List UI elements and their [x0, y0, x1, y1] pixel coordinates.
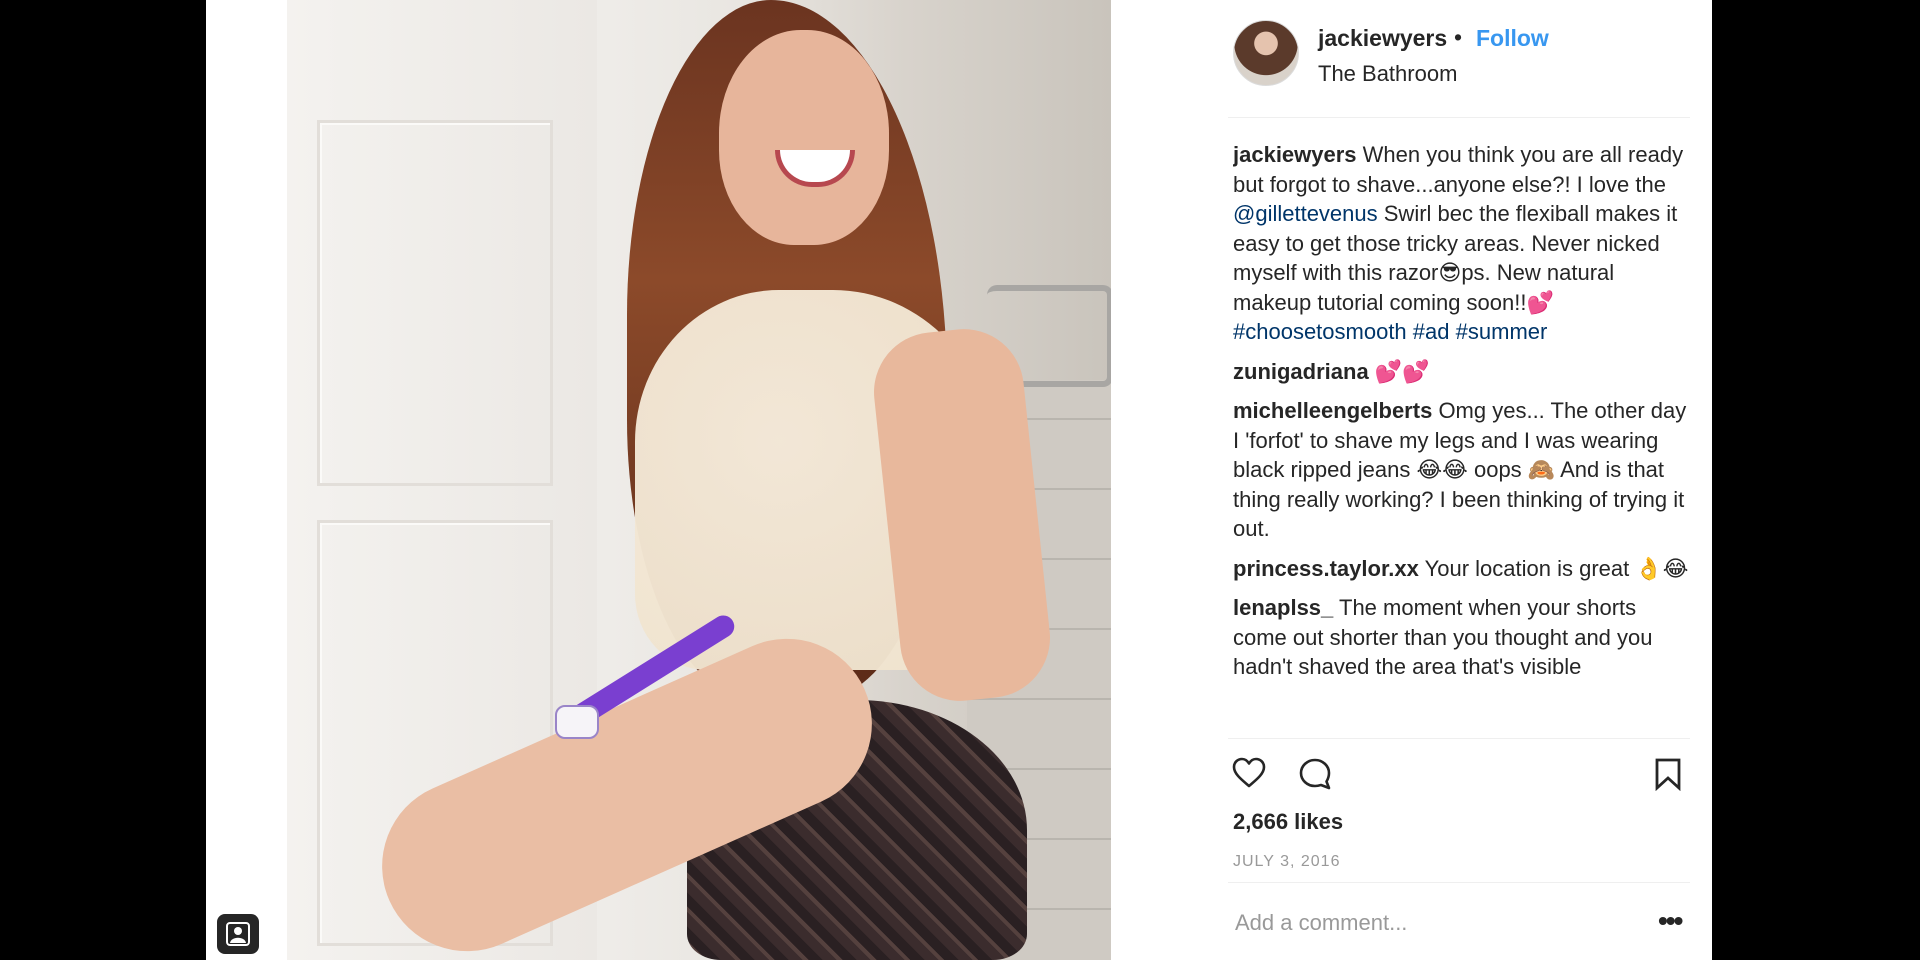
post-media[interactable] [206, 0, 1182, 960]
comment-button[interactable] [1298, 757, 1332, 796]
photo-door-panel [317, 120, 553, 486]
comments-list[interactable]: jackiewyers When you think you are all r… [1233, 140, 1690, 738]
save-button[interactable] [1654, 757, 1682, 796]
likes-count[interactable]: 2,666 likes [1233, 809, 1343, 835]
location-link[interactable]: The Bathroom [1318, 61, 1457, 87]
heart-icon [1232, 757, 1266, 788]
hashtag-link[interactable]: #ad [1413, 319, 1450, 344]
hashtag-link[interactable]: #choosetosmooth [1233, 319, 1407, 344]
comment-item: princess.taylor.xx Your location is grea… [1233, 554, 1690, 584]
follow-button[interactable]: Follow [1476, 25, 1549, 52]
separator-dot: • [1454, 24, 1463, 50]
hashtag-link[interactable]: #summer [1456, 319, 1548, 344]
add-comment-bar: ••• [1228, 882, 1690, 960]
comment-username[interactable]: princess.taylor.xx [1233, 556, 1419, 581]
comment-item: zunigadriana 💕💕 [1233, 357, 1690, 387]
post-photo[interactable] [287, 0, 1111, 960]
comment-text: 💕💕 [1374, 358, 1430, 384]
person-icon [226, 922, 250, 946]
viewer-backdrop[interactable]: jackiewyers • Follow The Bathroom jackie… [0, 0, 1920, 960]
post-sidebar: jackiewyers • Follow The Bathroom jackie… [1228, 0, 1712, 960]
comment-item: jackiewyers When you think you are all r… [1233, 140, 1690, 347]
bookmark-icon [1655, 758, 1681, 792]
comment-icon [1299, 758, 1331, 790]
mention-link[interactable]: @gillettevenus [1233, 201, 1378, 226]
post-header: jackiewyers • Follow The Bathroom [1228, 0, 1690, 118]
comment-username[interactable]: michelleengelberts [1233, 398, 1432, 423]
photo-razor-head [555, 705, 599, 739]
avatar[interactable] [1233, 20, 1299, 86]
post-modal: jackiewyers • Follow The Bathroom jackie… [206, 0, 1712, 960]
comment-item: lenaplss_ The moment when your shorts co… [1233, 593, 1690, 682]
comment-username[interactable]: zunigadriana [1233, 359, 1369, 384]
more-options-button[interactable]: ••• [1658, 905, 1683, 937]
author-username[interactable]: jackiewyers [1318, 25, 1447, 52]
comment-username[interactable]: jackiewyers [1233, 142, 1357, 167]
comment-username[interactable]: lenaplss_ [1233, 595, 1333, 620]
comment-item: michelleengelberts Omg yes... The other … [1233, 396, 1690, 544]
post-date[interactable]: JULY 3, 2016 [1233, 853, 1340, 871]
photo-face [719, 30, 889, 245]
tagged-people-button[interactable] [217, 914, 259, 954]
like-button[interactable] [1232, 757, 1266, 794]
comment-text: Your location is great 👌😂 [1424, 555, 1689, 581]
comment-input[interactable] [1233, 905, 1617, 941]
